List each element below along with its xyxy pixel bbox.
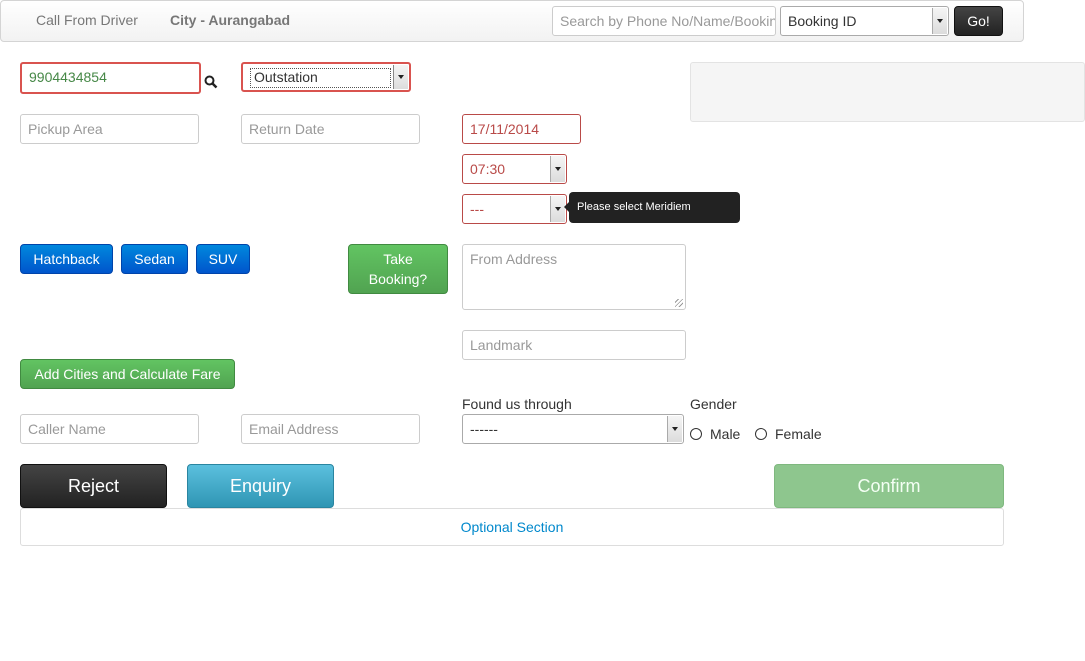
sedan-button[interactable]: Sedan [121, 244, 188, 274]
suv-button[interactable]: SUV [196, 244, 250, 274]
call-from-driver-link[interactable]: Call From Driver [36, 12, 138, 28]
global-search-input[interactable]: Search by Phone No/Name/Booking [552, 6, 776, 36]
pickup-area-input[interactable]: Pickup Area [20, 114, 199, 144]
info-panel [690, 62, 1085, 122]
hatchback-button[interactable]: Hatchback [20, 244, 113, 274]
pickup-time-select[interactable]: 07:30 [462, 154, 567, 184]
meridiem-select[interactable]: --- [462, 194, 567, 224]
pickup-time-value: 07:30 [470, 161, 506, 177]
search-type-value: Booking ID [788, 13, 857, 29]
optional-section-panel: Optional Section [20, 508, 1004, 546]
found-us-value: ------ [470, 421, 498, 437]
meridiem-tooltip: Please select Meridiem indicator [564, 192, 740, 243]
chevron-down-icon [550, 196, 565, 222]
resize-handle-icon[interactable] [675, 299, 683, 307]
gender-male-label: Male [710, 426, 741, 442]
gender-female-label: Female [775, 426, 822, 442]
chevron-down-icon [667, 416, 682, 442]
phone-number-input[interactable]: 9904434854 [20, 62, 201, 94]
chevron-down-icon [550, 156, 565, 182]
found-us-label: Found us through [462, 396, 572, 412]
chevron-down-icon [393, 65, 408, 89]
optional-section-link[interactable]: Optional Section [461, 519, 564, 535]
add-cities-calculate-fare-button[interactable]: Add Cities and Calculate Fare [20, 359, 235, 389]
return-date-input[interactable]: Return Date [241, 114, 420, 144]
from-address-textarea[interactable]: From Address [462, 244, 686, 310]
gender-male-radio[interactable] [690, 428, 702, 440]
confirm-button[interactable]: Confirm [774, 464, 1004, 508]
city-label: City - Aurangabad [170, 12, 291, 28]
go-button[interactable]: Go! [954, 6, 1003, 36]
enquiry-button[interactable]: Enquiry [187, 464, 334, 508]
chevron-down-icon [932, 8, 947, 34]
landmark-input[interactable]: Landmark [462, 330, 686, 360]
caller-name-input[interactable]: Caller Name [20, 414, 199, 444]
trip-type-value: Outstation [250, 68, 391, 88]
email-address-input[interactable]: Email Address [241, 414, 420, 444]
pickup-date-input[interactable]: 17/11/2014 [462, 114, 581, 144]
gender-label: Gender [690, 396, 737, 412]
search-icon[interactable] [204, 75, 218, 92]
gender-female-radio[interactable] [755, 428, 767, 440]
meridiem-value: --- [470, 201, 484, 217]
take-booking-button[interactable]: Take Booking? [348, 244, 448, 294]
trip-type-select[interactable]: Outstation [241, 62, 411, 92]
found-us-select[interactable]: ------ [462, 414, 684, 444]
reject-button[interactable]: Reject [20, 464, 167, 508]
search-type-select[interactable]: Booking ID [780, 6, 949, 36]
